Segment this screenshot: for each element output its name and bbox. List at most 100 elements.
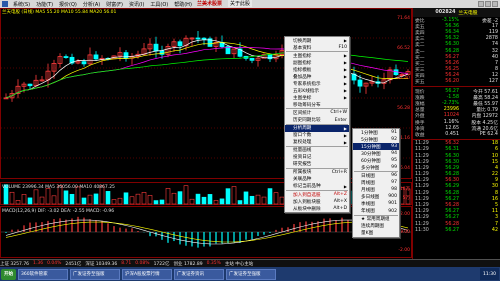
tick-price: 56.27 (445, 227, 459, 233)
taskbar-task[interactable]: 沪深A股股票行情 (122, 268, 172, 280)
menu-entry[interactable]: 连续周期图 (353, 223, 399, 230)
quote-value: 56.20 (445, 79, 459, 85)
taskbar-task[interactable]: 广发证券至强版 (70, 268, 120, 280)
volume-bar (33, 189, 39, 205)
menu-entry[interactable]: 30分钟图 94 (353, 150, 399, 157)
menu-item[interactable]: 帮助(H) (171, 1, 195, 8)
volume-bar (249, 195, 255, 205)
menu-entry[interactable]: 主图坐标 ▶ (285, 94, 349, 101)
menu-entry[interactable]: 1分钟图 91 (353, 129, 399, 136)
taskbar-task[interactable]: 广发证券至强版 (226, 268, 276, 280)
quote-value: 56.34 (445, 29, 459, 35)
menu-item[interactable]: 报价(Q) (56, 1, 80, 8)
menu-entry[interactable]: 切换周期 ▶ (285, 37, 349, 44)
price-axis-label: 71.64 (397, 16, 410, 21)
quote-extra: 8 (494, 67, 498, 73)
menu-entry[interactable]: 周线图 97 (353, 179, 399, 186)
menu-entry-shortcut: 91 (391, 130, 397, 136)
menu-entry[interactable]: 主图指标 ▶ (285, 52, 349, 59)
menu-entry[interactable]: 日线图 96 (353, 172, 399, 179)
menu-item[interactable]: 财富(F) (103, 1, 126, 8)
menu-entry[interactable]: 研究报告 (285, 161, 349, 168)
volume-bar (273, 192, 279, 205)
menu-entry-shortcut: 92 (391, 137, 397, 143)
menu-entry[interactable]: 60分钟图 95 (353, 157, 399, 164)
menu-entry-label: 月线图 (361, 187, 375, 193)
menu-entry[interactable]: 投资日记 (285, 154, 349, 161)
menu-entry[interactable]: 副图指标 ▶ (285, 59, 349, 66)
menu-entry-shortcut: 902 (388, 208, 397, 214)
menu-entry[interactable]: 5分钟图 92 (353, 136, 399, 143)
candle-body (123, 52, 129, 59)
menu-entry[interactable]: 批量画线 (285, 147, 349, 154)
menu-entry[interactable]: 叠加品种 ▶ (285, 73, 349, 80)
menu-entry[interactable]: 所属板块 Ctrl+R (285, 169, 349, 176)
menu-entry[interactable]: 分析周期 ▶ (285, 124, 349, 132)
volume-bar (135, 193, 141, 205)
menu-bar: 系统(S) 功能(T) 报价(Q) 分析(A) 财富(F) 资讯(I) 工具(O) 帮助(H)… (0, 0, 500, 8)
quote-divider-2 (413, 138, 500, 140)
menu-item[interactable]: 功能(T) (33, 1, 56, 8)
menu-item[interactable]: 工具(O) (147, 1, 171, 8)
menu-entry[interactable]: 从板块中删除 Alt+D (285, 205, 349, 212)
volume-bar (147, 195, 153, 205)
menu-entry[interactable]: ★ 常用周期组 (353, 216, 399, 223)
quote-extra: 127 (488, 79, 498, 85)
menu-entry-shortcut: Alt+D (333, 206, 347, 212)
tick-list[interactable]: 11:29 56.32 18 11:29 56.31 6 11:29 56.30 10 11:29… (413, 141, 500, 234)
menu-entry[interactable]: 加入到板块股 Alt+X (285, 198, 349, 205)
menu-entry[interactable]: 15分钟图 93 (353, 143, 399, 151)
tick-volume: 10 (491, 153, 498, 159)
volume-bar (111, 199, 117, 205)
price-axis-label: 66.52 (397, 46, 410, 51)
menu-entry[interactable]: 区间统计 Ctrl+W (285, 109, 349, 116)
volume-bar (45, 188, 51, 205)
menu-entry[interactable]: 多日线图 900 (353, 193, 399, 200)
minimize-button[interactable] (478, 1, 484, 7)
menu-entry[interactable]: 专家系统指示 ▶ (285, 80, 349, 87)
menu-entry[interactable]: 复权处理 ▶ (285, 139, 349, 146)
candle-body (63, 56, 69, 58)
menu-entry-label: 连续周期图 (361, 224, 384, 230)
menu-entry[interactable]: 五彩K线指示 ▶ (285, 87, 349, 94)
app-title-secondary[interactable]: 关于此股 (228, 0, 253, 7)
menu-entry[interactable]: 窗口个数 ▶ (285, 132, 349, 139)
quote-value: 56.28 (445, 48, 459, 54)
menu-entry[interactable]: 年线图 902 (353, 208, 399, 215)
quote-extra: 40 (491, 54, 498, 60)
menu-entry[interactable]: 多分钟图 99 (353, 164, 399, 171)
menu-entry[interactable]: 标记当前品种 ▶ (285, 183, 349, 190)
tick-price: 56.30 (445, 153, 459, 159)
close-button[interactable] (492, 1, 498, 7)
menu-entry-label: 从板块中删除 (293, 206, 321, 212)
menu-entry[interactable]: 移动筹码分布 (285, 101, 349, 108)
menu-entry[interactable]: 月线图 98 (353, 186, 399, 193)
taskbar-task[interactable]: 广发证券资讯 (174, 268, 224, 280)
tick-time: 11:29 (415, 215, 429, 221)
tick-row: 11:29 56.28 22 (413, 172, 500, 178)
menu-entry[interactable]: 季线图 901 (353, 200, 399, 207)
menu-entry[interactable]: 指标模板 ▶ (285, 66, 349, 73)
menu-entry[interactable]: 历史同期比较 Enter (285, 117, 349, 124)
menu-entry[interactable]: 基本资料 F10 (285, 44, 349, 51)
tick-price: 56.27 (445, 215, 459, 221)
menu-entry-label: 季线图 (361, 201, 375, 207)
tick-volume: 30 (491, 184, 498, 190)
menu-entry[interactable]: 量K图 (353, 230, 399, 237)
tick-row: 11:29 56.28 5 (413, 202, 500, 208)
taskbar-task[interactable]: 360软件管家 (18, 268, 68, 280)
menu-item[interactable]: 系统(S) (10, 1, 33, 8)
menu-entry[interactable]: 加入到自选股 Alt+Z (285, 191, 349, 198)
menu-item[interactable]: 分析(A) (80, 1, 103, 8)
status-item: 1.36 (33, 261, 44, 266)
kline-chart[interactable]: 兰天电股 (日线) MA5 55.20 MA10 55.84 MA20 56.0… (0, 8, 412, 259)
menu-entry[interactable]: 关联品种 (285, 176, 349, 183)
volume-bar (225, 188, 231, 205)
menu-entry-label: 多日线图 (361, 194, 380, 200)
start-button[interactable]: 开始 (1, 268, 16, 280)
volume-bar (9, 191, 15, 205)
maximize-button[interactable] (485, 1, 491, 7)
menu-item[interactable]: 资讯(I) (126, 1, 147, 8)
menu-entry-label: 投资日记 (293, 155, 312, 161)
candle-body (249, 57, 255, 61)
